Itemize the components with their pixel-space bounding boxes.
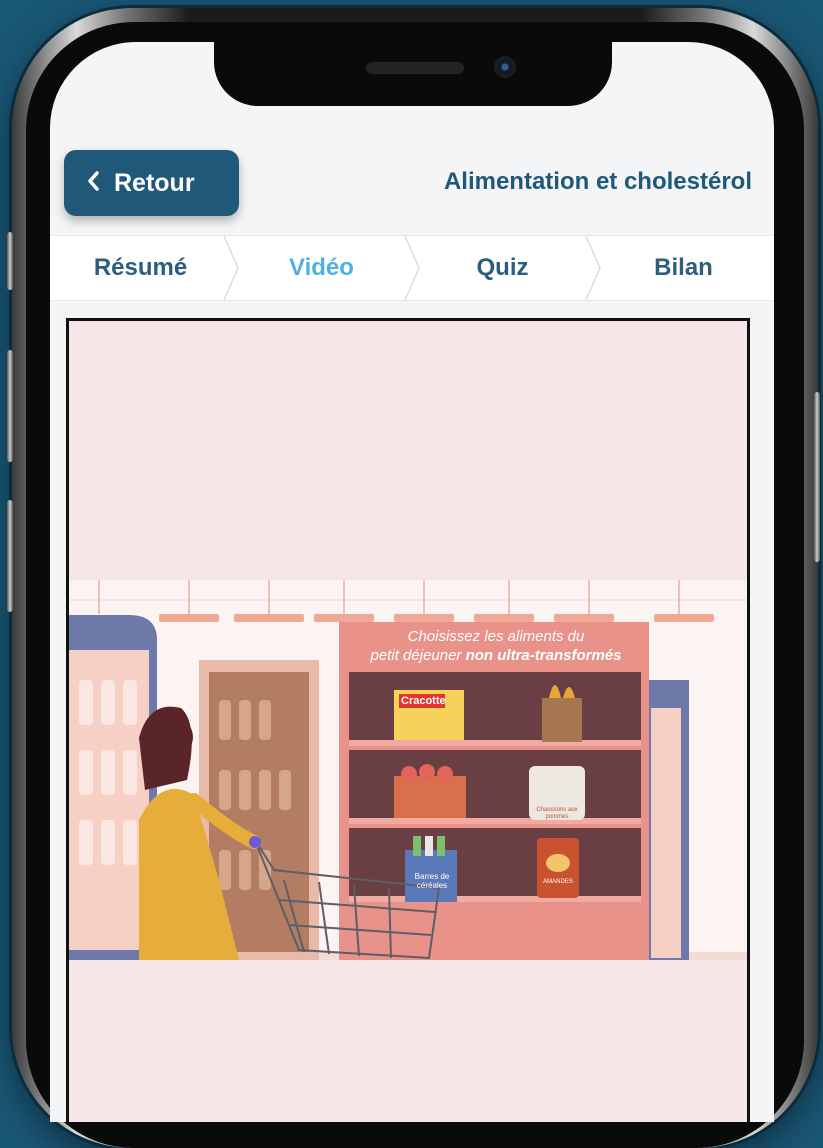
product-label-chaussons: Chaussons aux pommes <box>536 807 578 820</box>
caption-line1: Choisissez les aliments du <box>407 628 585 645</box>
caption-line2-bold: non ultra-transformés <box>465 647 622 664</box>
tab-resume[interactable]: Résumé <box>50 236 231 300</box>
tab-quiz[interactable]: Quiz <box>412 236 593 300</box>
caption-line2: petit déjeuner non ultra-transformés <box>346 646 646 665</box>
tab-video[interactable]: Vidéo <box>231 236 412 300</box>
product-label-barres: Barres de céréales <box>414 872 450 890</box>
speaker-grille <box>366 62 464 74</box>
back-button[interactable]: Retour <box>64 150 239 216</box>
app-header: Retour Alimentation et cholestérol <box>50 150 774 220</box>
front-camera <box>494 56 516 78</box>
side-button-left-volume-down <box>7 500 13 612</box>
side-button-left-volume-up <box>7 350 13 462</box>
video-caption: Choisissez les aliments du petit déjeune… <box>346 627 646 665</box>
caption-line2-plain: petit déjeuner <box>370 647 462 664</box>
tab-bilan[interactable]: Bilan <box>593 236 774 300</box>
back-button-label: Retour <box>114 168 195 197</box>
side-button-right <box>814 392 820 562</box>
chevron-left-icon <box>86 168 100 199</box>
video-player[interactable]: Choisissez les aliments du petit déjeune… <box>66 318 750 1122</box>
side-button-left <box>7 232 13 290</box>
video-scene: Choisissez les aliments du petit déjeune… <box>69 580 747 960</box>
app-screen: Retour Alimentation et cholestérol Résum… <box>50 42 774 1122</box>
page-title: Alimentation et cholestérol <box>443 168 752 195</box>
tab-bar: Résumé Vidéo Quiz Bilan <box>50 235 774 301</box>
product-label-amandes: AMANDES <box>543 879 573 885</box>
phone-notch <box>214 42 612 106</box>
product-label-cracotte: Cracotte <box>401 695 446 707</box>
